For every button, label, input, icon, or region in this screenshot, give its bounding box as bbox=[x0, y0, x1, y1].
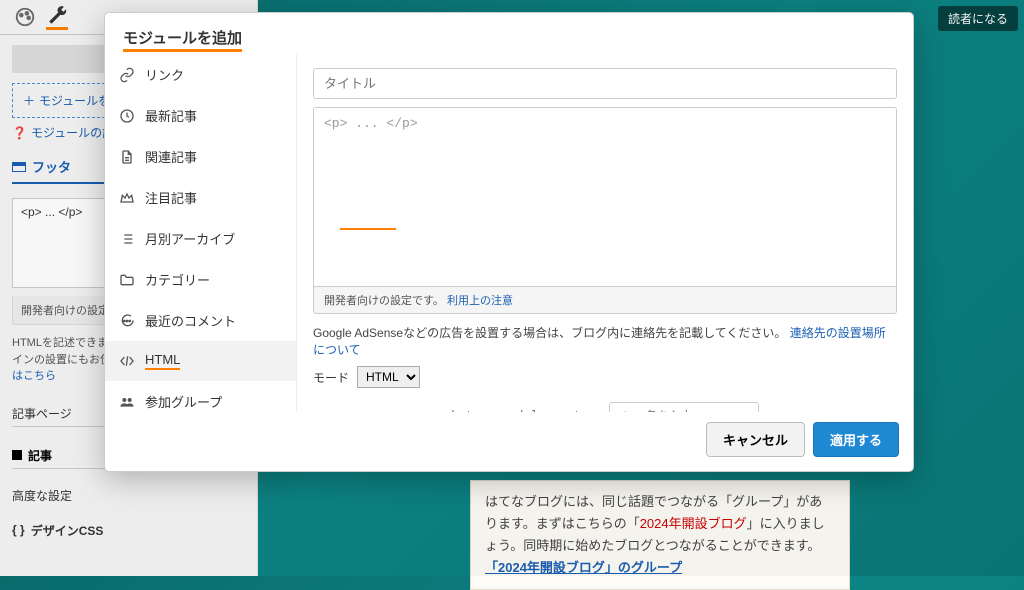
dev-settings-note: 開発者向けの設定です。 利用上の注意 bbox=[313, 287, 897, 314]
code-icon bbox=[119, 353, 135, 369]
module-item-related[interactable]: 関連記事 bbox=[105, 136, 296, 177]
module-config-pane: 開発者向けの設定です。 利用上の注意 Google AdSenseなどの広告を設… bbox=[297, 54, 913, 412]
module-item-category[interactable]: カテゴリー bbox=[105, 259, 296, 300]
add-module-modal: モジュールを追加 リンク 最新記事 関連記事 注目記事 月別アーカイブ bbox=[104, 12, 914, 472]
module-item-label: 参加グループ bbox=[145, 392, 222, 411]
module-item-archive[interactable]: 月別アーカイブ bbox=[105, 218, 296, 259]
clock-icon bbox=[119, 108, 135, 124]
module-item-label: 関連記事 bbox=[145, 147, 197, 166]
mode-label: モード bbox=[313, 369, 349, 386]
module-item-featured[interactable]: 注目記事 bbox=[105, 177, 296, 218]
module-item-label: 注目記事 bbox=[145, 188, 197, 207]
module-item-label: HTML bbox=[145, 352, 180, 370]
cancel-button[interactable]: キャンセル bbox=[706, 422, 805, 457]
apply-button[interactable]: 適用する bbox=[813, 422, 899, 457]
module-item-recent[interactable]: 最新記事 bbox=[105, 95, 296, 136]
class-name-input[interactable] bbox=[609, 402, 759, 412]
module-item-html[interactable]: HTML bbox=[105, 341, 296, 381]
module-title-input[interactable] bbox=[313, 68, 897, 99]
module-item-label: 月別アーカイブ bbox=[145, 229, 235, 248]
usage-notes-link[interactable]: 利用上の注意 bbox=[447, 295, 513, 307]
modal-title: モジュールを追加 bbox=[105, 13, 913, 54]
module-item-groups[interactable]: 参加グループ bbox=[105, 381, 296, 412]
module-type-list: リンク 最新記事 関連記事 注目記事 月別アーカイブ カテゴリー bbox=[105, 54, 297, 412]
module-item-label: カテゴリー bbox=[145, 270, 210, 289]
folder-icon bbox=[119, 272, 135, 288]
link-icon bbox=[119, 67, 135, 83]
list-icon bbox=[119, 231, 135, 247]
mode-row: モード HTML bbox=[313, 366, 897, 388]
mode-select[interactable]: HTML bbox=[357, 366, 420, 388]
module-item-label: リンク bbox=[145, 65, 184, 84]
crown-icon bbox=[119, 190, 135, 206]
modal-footer: キャンセル 適用する bbox=[105, 412, 913, 471]
module-item-label: 最近のコメント bbox=[145, 311, 236, 330]
comment-icon bbox=[119, 313, 135, 329]
class-name-row: hatena-module-custom- bbox=[313, 402, 897, 412]
group-icon bbox=[119, 394, 135, 410]
module-item-label: 最新記事 bbox=[145, 106, 197, 125]
module-item-link[interactable]: リンク bbox=[105, 54, 296, 95]
document-icon bbox=[119, 149, 135, 165]
adsense-note: Google AdSenseなどの広告を設置する場合は、ブログ内に連絡先を記載し… bbox=[313, 324, 897, 358]
module-item-comments[interactable]: 最近のコメント bbox=[105, 300, 296, 341]
module-html-textarea[interactable] bbox=[313, 107, 897, 287]
